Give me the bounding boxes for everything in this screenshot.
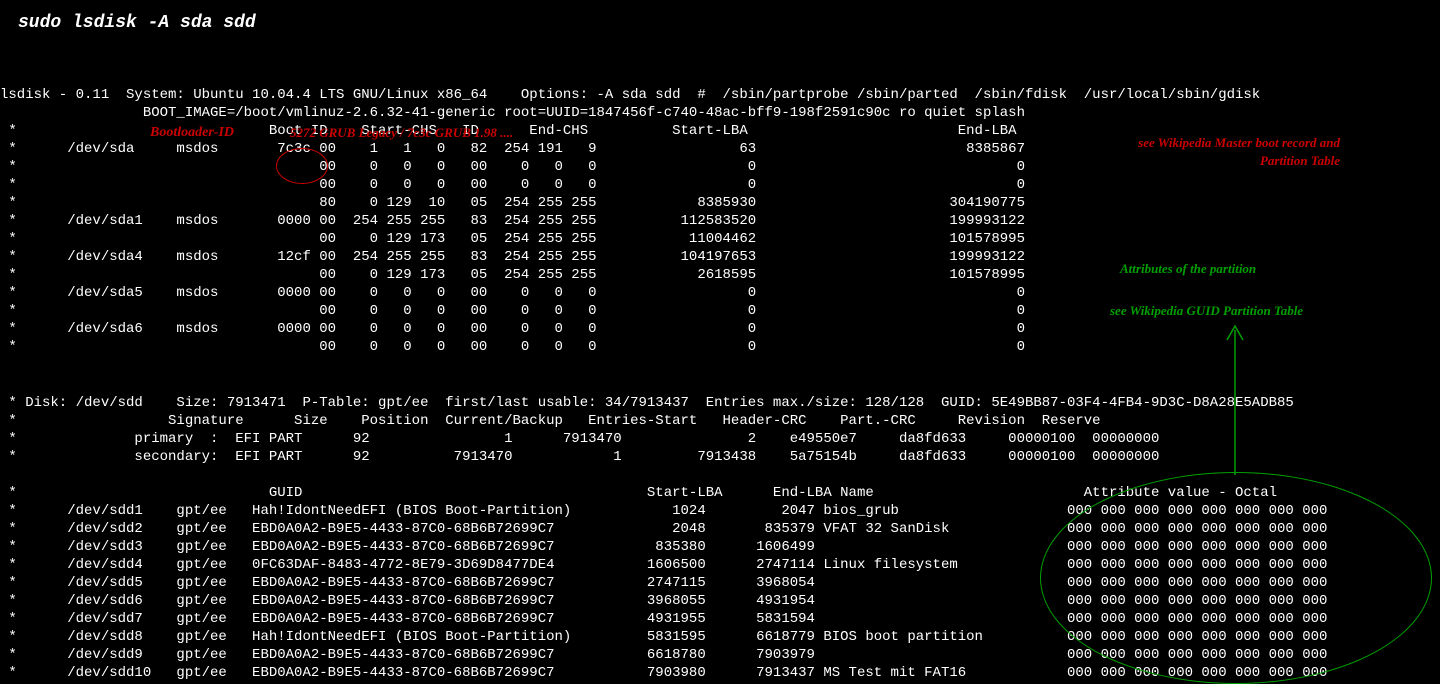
terminal-output-gpt-header: * Disk: /dev/sdd Size: 7913471 P-Table: … xyxy=(0,394,1294,466)
highlight-ellipse-attributes xyxy=(1040,472,1432,684)
annotation-partition-attributes: Attributes of the partition xyxy=(1120,260,1256,278)
annotation-bootloader-id: Bootloader-ID xyxy=(150,124,234,142)
arrow-icon xyxy=(1225,320,1255,480)
highlight-ellipse-bootid xyxy=(276,148,328,184)
annotation-wikipedia-gpt: see Wikipedia GUID Partition Table xyxy=(1110,302,1303,320)
annotation-wikipedia-mbr: see Wikipedia Master boot record and Par… xyxy=(1100,134,1340,170)
annotation-grub-versions: 5272 GRUB Legacy / 7c3c GRUB 1.98 .... xyxy=(290,124,513,142)
command-title: sudo lsdisk -A sda sdd xyxy=(0,0,1440,32)
